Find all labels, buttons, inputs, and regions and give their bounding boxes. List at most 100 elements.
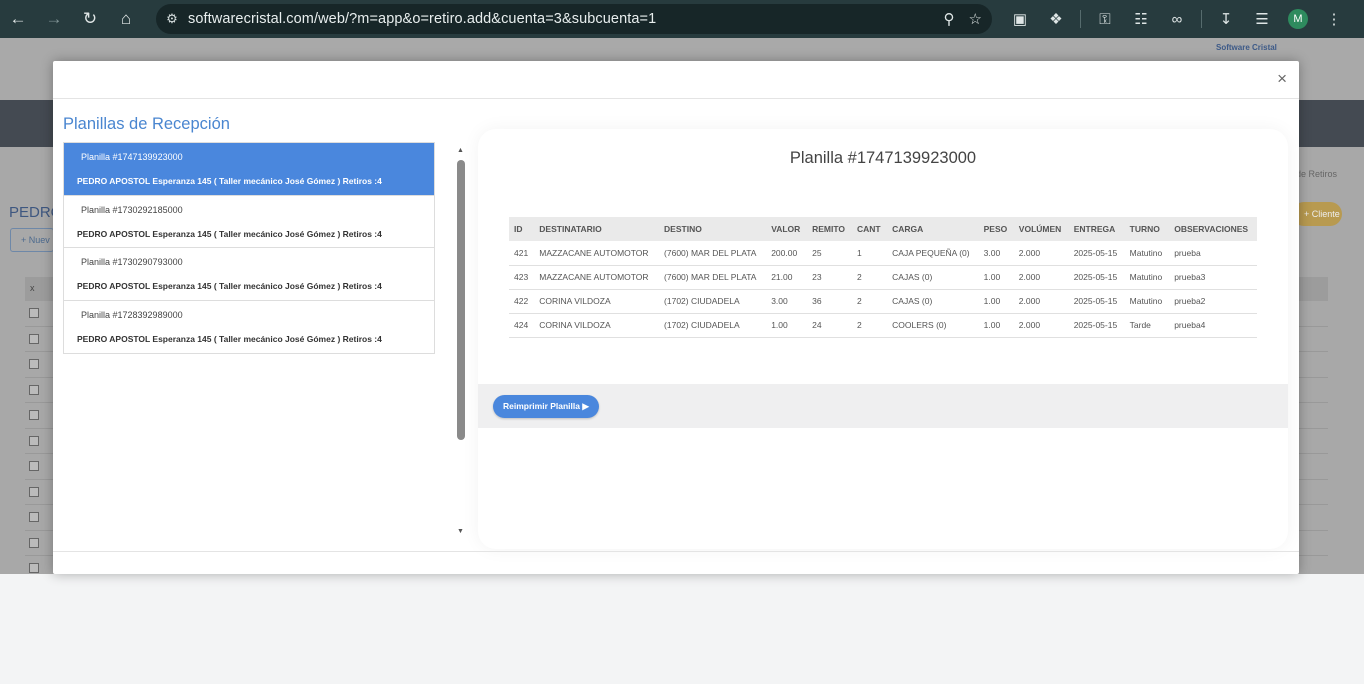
detail-table-cell: 2.000 bbox=[1013, 265, 1069, 290]
planilla-name: Planilla #1728392989000 bbox=[81, 309, 183, 320]
row-checkbox bbox=[29, 384, 39, 395]
app-breadcrumb: de Retiros bbox=[1296, 169, 1338, 179]
planilla-list-item[interactable]: Planilla #1728392989000 PEDRO APOSTOL Esp… bbox=[64, 300, 434, 353]
detail-column-header: TURNO bbox=[1124, 217, 1170, 241]
home-icon[interactable]: ⌂ bbox=[108, 0, 144, 38]
detail-column-header: CARGA bbox=[887, 217, 979, 241]
detail-table-cell: 21.00 bbox=[766, 265, 808, 290]
detail-table-cell: (7600) MAR DEL PLATA bbox=[659, 265, 767, 290]
app-brand: Software Cristal bbox=[1216, 43, 1277, 52]
close-icon[interactable]: × bbox=[1277, 70, 1287, 88]
app-table-header-x: x bbox=[30, 283, 35, 293]
modal-header: × bbox=[53, 61, 1299, 99]
detail-table-cell: prueba4 bbox=[1169, 313, 1257, 338]
detail-table-cell: Matutino bbox=[1124, 265, 1170, 290]
detail-table-cell: CAJAS (0) bbox=[887, 265, 979, 290]
planilla-name: Planilla #1730290793000 bbox=[81, 257, 183, 267]
extensions-icon[interactable]: ❖ bbox=[1038, 0, 1074, 38]
profile-avatar[interactable]: M bbox=[1288, 9, 1308, 29]
planillas-scrollbar[interactable]: ▲ ▼ bbox=[455, 147, 467, 539]
media-controls-icon[interactable]: ☰ bbox=[1244, 0, 1280, 38]
detail-table-cell: 1 bbox=[851, 241, 888, 266]
screencast-icon[interactable]: ▣ bbox=[1002, 0, 1038, 38]
detail-table-cell: (1702) CIUDADELA bbox=[659, 289, 767, 314]
planilla-detail-panel: Planilla #1747139923000 ID DESTINATARIO DE… bbox=[478, 129, 1288, 549]
download-icon[interactable]: ↧ bbox=[1208, 0, 1244, 38]
detail-table-cell: 2 bbox=[851, 265, 888, 290]
detail-table-cell: 24 bbox=[807, 313, 852, 338]
detail-table-cell: 2025-05-15 bbox=[1068, 289, 1125, 314]
back-icon[interactable]: ← bbox=[0, 0, 36, 38]
row-checkbox bbox=[29, 461, 39, 471]
detail-table-cell: 36 bbox=[807, 289, 852, 314]
detail-table-cell: 422 bbox=[509, 289, 535, 314]
detail-table-cell: 423 bbox=[509, 265, 535, 290]
row-checkbox bbox=[29, 308, 39, 318]
detail-table-cell: 2.000 bbox=[1013, 289, 1069, 314]
forward-icon[interactable]: → bbox=[36, 0, 72, 38]
planilla-list-item[interactable]: Planilla #1730290793000 PEDRO APOSTOL Esp… bbox=[64, 248, 434, 301]
reload-icon[interactable]: ↻ bbox=[72, 0, 108, 38]
detail-table-cell: MAZZACANE AUTOMOTOR bbox=[534, 241, 660, 266]
detail-table-cell: 200.00 bbox=[766, 241, 808, 266]
detail-table-row: 421 MAZZACANE AUTOMOTOR (7600) MAR DEL PLA… bbox=[509, 241, 1257, 266]
detail-column-header: ID bbox=[509, 217, 535, 241]
detail-column-header: REMITO bbox=[807, 217, 852, 241]
password-key-icon[interactable]: ⚿ bbox=[1087, 0, 1123, 38]
detail-column-header: PESO bbox=[978, 217, 1014, 241]
detail-table-cell: (7600) MAR DEL PLATA bbox=[659, 241, 767, 266]
link-icon[interactable]: ∞ bbox=[1159, 0, 1195, 38]
detail-column-header: VALOR bbox=[766, 217, 808, 241]
planilla-description: PEDRO APOSTOL Esperanza 145 ( Taller mec… bbox=[77, 228, 382, 239]
detail-column-header: ENTREGA bbox=[1068, 217, 1125, 241]
detail-column-header: DESTINO bbox=[659, 217, 767, 241]
detail-table-cell: (1702) CIUDADELA bbox=[659, 313, 767, 338]
modal-footer-divider bbox=[53, 551, 1299, 552]
detail-table-cell: 2 bbox=[851, 313, 888, 338]
detail-table-row: 422 CORINA VILDOZA (1702) CIUDADELA 3.00 36 2… bbox=[509, 289, 1257, 314]
detail-table-cell: prueba2 bbox=[1169, 289, 1257, 314]
planilla-detail-title: Planilla #1747139923000 bbox=[789, 149, 977, 167]
site-info-icon[interactable]: ⚙ bbox=[156, 11, 188, 27]
planilla-description: PEDRO APOSTOL Esperanza 145 ( Taller mec… bbox=[77, 176, 382, 186]
url-text[interactable]: softwarecristal.com/web/?m=app&o=retiro.… bbox=[188, 11, 656, 27]
planilla-description: PEDRO APOSTOL Esperanza 145 ( Taller mec… bbox=[77, 333, 382, 344]
detail-table-cell: 2.000 bbox=[1013, 241, 1069, 266]
detail-column-header: CANT bbox=[851, 217, 888, 241]
menu-kebab-icon[interactable]: ⋮ bbox=[1316, 0, 1352, 38]
detail-table-cell: prueba3 bbox=[1169, 265, 1257, 290]
toolbar-separator bbox=[1201, 10, 1202, 28]
detail-actions-bar: Reimprimir Planilla ▶ bbox=[478, 384, 1288, 428]
detail-column-header: DESTINATARIO bbox=[534, 217, 660, 241]
app-lower-area bbox=[0, 574, 1364, 684]
scroll-thumb[interactable] bbox=[457, 160, 465, 440]
detail-table-cell: 421 bbox=[509, 241, 535, 266]
row-checkbox bbox=[29, 563, 39, 573]
detail-table-cell: 2 bbox=[851, 289, 888, 314]
detail-table-cell: 25 bbox=[807, 241, 852, 266]
detail-table-cell: CORINA VILDOZA bbox=[534, 289, 660, 314]
row-checkbox bbox=[29, 410, 39, 420]
translate-icon[interactable]: ☷ bbox=[1123, 0, 1159, 38]
bookmark-star-icon[interactable]: ☆ bbox=[969, 10, 982, 28]
reprint-planilla-button[interactable]: Reimprimir Planilla ▶ bbox=[493, 395, 599, 418]
zoom-icon[interactable]: ⚲ bbox=[944, 10, 955, 28]
planilla-list-item[interactable]: Planilla #1730292185000 PEDRO APOSTOL Esp… bbox=[64, 195, 434, 248]
detail-table-cell: 3.00 bbox=[766, 289, 808, 314]
detail-table-cell: 2.000 bbox=[1013, 313, 1069, 338]
planillas-modal: × Planillas de Recepción Planilla #17471… bbox=[53, 61, 1299, 574]
toolbar-separator bbox=[1080, 10, 1081, 28]
detail-column-header: OBSERVACIONES bbox=[1169, 217, 1257, 241]
planillas-list: Planilla #1747139923000 PEDRO APOSTOL Esp… bbox=[63, 142, 435, 354]
address-bar[interactable]: ⚙ softwarecristal.com/web/?m=app&o=retir… bbox=[156, 4, 992, 34]
app-cliente-button: + Cliente bbox=[1292, 202, 1342, 226]
scroll-down-arrow-icon[interactable]: ▼ bbox=[457, 528, 464, 535]
detail-table-cell: Matutino bbox=[1124, 241, 1170, 266]
scroll-up-arrow-icon[interactable]: ▲ bbox=[457, 147, 464, 154]
detail-table-cell: 2025-05-15 bbox=[1068, 241, 1125, 266]
detail-table-header-row: ID DESTINATARIO DESTINO VALOR REMITO CANT CARG… bbox=[509, 217, 1257, 241]
row-checkbox bbox=[29, 333, 39, 344]
planilla-list-item[interactable]: Planilla #1747139923000 PEDRO APOSTOL Esp… bbox=[64, 143, 434, 196]
detail-table-cell: 1.00 bbox=[978, 313, 1014, 338]
detail-table-cell: 1.00 bbox=[978, 289, 1014, 314]
